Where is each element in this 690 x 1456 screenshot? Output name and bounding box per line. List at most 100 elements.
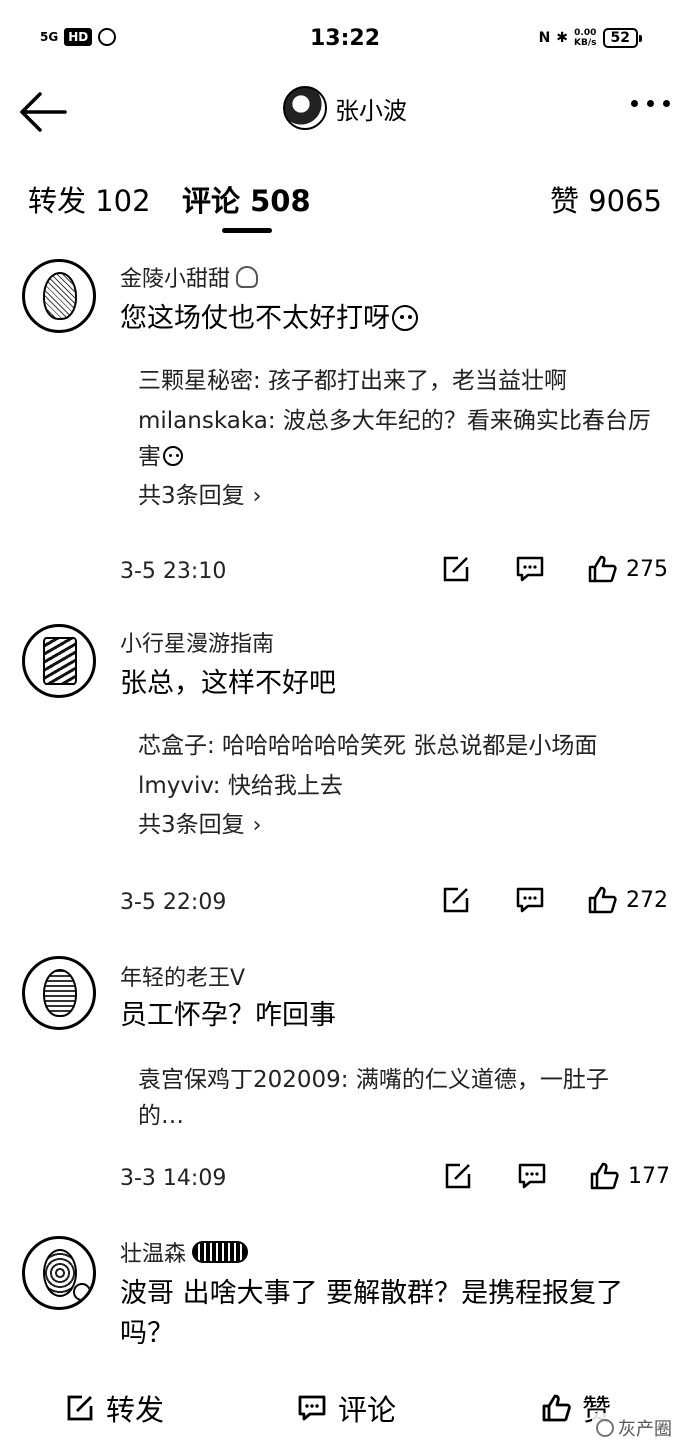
wechat-icon (596, 1419, 614, 1437)
bottom-action-bar: 转发 评论 赞 灰产圈 (0, 1375, 690, 1456)
repost-button[interactable] (440, 884, 472, 916)
comment-author[interactable]: 小行星漫游指南 (120, 626, 274, 658)
comment-footer: 3-5 22:09 272 (120, 884, 670, 924)
like-count: 177 (628, 1163, 670, 1189)
more-dot-icon (647, 100, 654, 107)
comment-item: 年轻的老王V 员工怀孕？咋回事 袁宫保鸡丁202009: 满嘴的仁义道德，一肚子… (0, 952, 690, 1212)
comment-text: 波哥 出啥大事了 要解散群？是携程报复了吗？ (120, 1274, 660, 1354)
watermark: 灰产圈 (592, 1413, 676, 1443)
page-title: 张小波 (335, 96, 407, 125)
comment-icon (518, 1163, 546, 1189)
more-replies-label: 共3条回复 (138, 483, 245, 509)
comment-button[interactable]: 评论 (296, 1387, 396, 1429)
repost-button[interactable] (440, 553, 472, 585)
share-edit-icon (67, 1395, 93, 1421)
avatar[interactable] (22, 1236, 96, 1310)
reply-list: 芯盒子: 哈哈哈哈哈哈笑死 张总说都是小场面 lmyviv: 快给我上去 共3条… (138, 728, 658, 843)
status-bar: 5G HD 13:22 N ✱ 0.00 KB/s 52 (0, 0, 690, 80)
more-dot-icon (631, 100, 638, 107)
repost-label: 转发 (106, 1393, 165, 1427)
thumbs-up-icon (590, 1162, 619, 1190)
like-count: 275 (626, 556, 668, 582)
repost-button[interactable] (442, 1160, 474, 1192)
reply-item[interactable]: lmyviv: 快给我上去 (138, 768, 658, 804)
more-button[interactable] (631, 100, 670, 107)
reply-item[interactable]: 袁宫保鸡丁202009: 满嘴的仁义道德，一肚子的… (138, 1062, 648, 1134)
comment-button[interactable] (514, 884, 546, 916)
comment-item: 小行星漫游指南 张总，这样不好吧 芯盒子: 哈哈哈哈哈哈笑死 张总说都是小场面 … (0, 620, 690, 940)
bluetooth-icon: ✱ (556, 30, 569, 46)
more-dot-icon (663, 100, 670, 107)
comment-item: 壮温森 波哥 出啥大事了 要解散群？是携程报复了吗？ (0, 1228, 690, 1368)
medal-icon (236, 266, 259, 288)
more-replies-link[interactable]: 共3条回复 › (138, 479, 658, 514)
tab-repost[interactable]: 转发 102 (28, 178, 151, 220)
emoji-icon (392, 305, 418, 331)
reply-item[interactable]: 三颗星秘密: 孩子都打出来了，老当益壮啊 (138, 363, 658, 399)
comment-author-name: 壮温森 (120, 1242, 187, 1267)
chevron-right-icon: › (252, 484, 262, 509)
verified-badge-icon (73, 1283, 91, 1301)
share-edit-icon (443, 887, 469, 913)
thumbs-up-icon (588, 886, 617, 914)
network-speed: 0.00 KB/s (574, 28, 597, 48)
comment-text-content: 员工怀孕？咋回事 (120, 1000, 336, 1031)
tab-bar: 转发 102 评论 508 赞 9065 (0, 170, 690, 233)
share-edit-icon (445, 1163, 471, 1189)
reply-list: 袁宫保鸡丁202009: 满嘴的仁义道德，一肚子的… (138, 1062, 648, 1138)
like-button[interactable]: 272 (586, 884, 668, 916)
battery-icon: 52 (602, 28, 643, 48)
more-replies-link[interactable]: 共3条回复 › (138, 808, 658, 843)
avatar[interactable] (22, 956, 96, 1030)
comment-footer: 3-5 23:10 275 (120, 553, 670, 593)
chevron-right-icon: › (252, 813, 262, 838)
comment-label: 评论 (338, 1393, 397, 1427)
reply-text: milanskaka: 波总多大年纪的？看来确实比春台厉害 (138, 408, 651, 470)
like-button[interactable]: 177 (588, 1160, 670, 1192)
comment-time: 3-5 22:09 (120, 890, 227, 915)
status-right: N ✱ 0.00 KB/s 52 (539, 28, 643, 48)
comment-text-content: 波哥 出啥大事了 要解散群？是携程报复了吗？ (120, 1278, 624, 1349)
watermark-text: 灰产圈 (618, 1419, 672, 1440)
comment-time: 3-3 14:09 (120, 1166, 227, 1191)
more-replies-label: 共3条回复 (138, 812, 245, 838)
comment-icon (298, 1395, 326, 1421)
comment-item: 金陵小甜甜 您这场仗也不太好打呀 三颗星秘密: 孩子都打出来了，老当益壮啊 mi… (0, 255, 690, 595)
avatar[interactable] (283, 86, 327, 130)
reply-item[interactable]: milanskaka: 波总多大年纪的？看来确实比春台厉害 (138, 403, 658, 475)
comment-time: 3-5 23:10 (120, 559, 227, 584)
avatar[interactable] (22, 624, 96, 698)
vip-badge-icon (192, 1241, 249, 1263)
comment-icon (516, 887, 544, 913)
comment-author[interactable]: 年轻的老王V (120, 960, 245, 992)
repost-button[interactable]: 转发 (64, 1387, 164, 1429)
thumbs-up-icon (542, 1394, 571, 1422)
comment-text: 张总，这样不好吧 (120, 664, 670, 704)
tab-comment[interactable]: 评论 508 (182, 178, 311, 220)
avatar[interactable] (22, 259, 96, 333)
thumbs-up-icon (588, 555, 617, 583)
tab-like[interactable]: 赞 9065 (550, 178, 662, 220)
tab-underline (222, 228, 272, 233)
nav-user[interactable]: 张小波 (0, 86, 690, 130)
comment-text: 您这场仗也不太好打呀 (120, 299, 670, 339)
nav-bar: 张小波 (0, 80, 690, 150)
share-edit-icon (443, 556, 469, 582)
comment-footer: 3-3 14:09 177 (120, 1160, 670, 1200)
reply-item[interactable]: 芯盒子: 哈哈哈哈哈哈笑死 张总说都是小场面 (138, 728, 658, 764)
like-count: 272 (626, 887, 668, 913)
comment-text-content: 张总，这样不好吧 (120, 668, 336, 699)
comment-author[interactable]: 壮温森 (120, 1236, 249, 1268)
emoji-icon (163, 446, 183, 466)
comment-icon (516, 556, 544, 582)
comment-button[interactable] (516, 1160, 548, 1192)
comment-text: 员工怀孕？咋回事 (120, 996, 670, 1036)
reply-list: 三颗星秘密: 孩子都打出来了，老当益壮啊 milanskaka: 波总多大年纪的… (138, 363, 658, 514)
comment-author-name: 金陵小甜甜 (120, 267, 231, 292)
comment-button[interactable] (514, 553, 546, 585)
comment-author-name: 小行星漫游指南 (120, 632, 275, 657)
comment-text-content: 您这场仗也不太好打呀 (120, 303, 390, 334)
comment-author-name: 年轻的老王V (120, 966, 246, 991)
like-button[interactable]: 275 (586, 553, 668, 585)
comment-author[interactable]: 金陵小甜甜 (120, 261, 259, 293)
